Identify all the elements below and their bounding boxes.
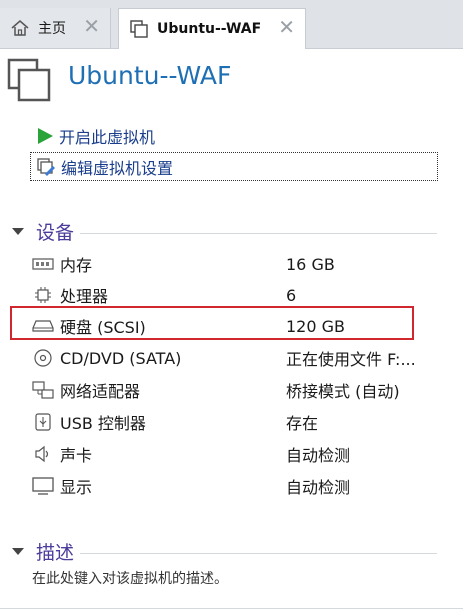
devices-section-title: 设备 xyxy=(36,222,75,244)
device-row-memory[interactable]: 内存 16 GB xyxy=(32,250,432,278)
tab-vm[interactable]: Ubuntu--WAF ✕ xyxy=(118,8,306,49)
tab-home-close-icon[interactable]: ✕ xyxy=(83,16,100,36)
cpu-icon xyxy=(32,286,54,304)
device-value: 16 GB xyxy=(286,254,335,274)
play-icon xyxy=(38,128,53,144)
vm-icon xyxy=(7,58,51,102)
device-value: 正在使用文件 F:... xyxy=(286,350,416,369)
cd-dvd-icon xyxy=(32,349,54,367)
device-value: 6 xyxy=(286,285,297,305)
edit-vm-settings-label: 编辑虚拟机设置 xyxy=(61,158,174,178)
sound-card-icon xyxy=(32,445,54,463)
device-value: 存在 xyxy=(286,414,319,433)
device-row-cd-dvd[interactable]: CD/DVD (SATA) 正在使用文件 F:... xyxy=(32,344,432,372)
device-name: 处理器 xyxy=(60,287,109,306)
section-divider xyxy=(80,553,437,554)
device-row-usb[interactable]: USB 控制器 存在 xyxy=(32,408,432,436)
description-section-title: 描述 xyxy=(36,542,75,564)
network-adapter-icon xyxy=(32,381,54,399)
collapse-triangle-icon[interactable] xyxy=(12,548,24,555)
device-value: 自动检测 xyxy=(286,478,351,497)
device-row-sound-card[interactable]: 声卡 自动检测 xyxy=(32,440,432,468)
home-icon xyxy=(11,20,29,36)
tab-home[interactable]: 主页 ✕ xyxy=(0,8,111,48)
tab-vm-close-icon[interactable]: ✕ xyxy=(278,17,295,37)
device-row-network-adapter[interactable]: 网络适配器 桥接模式 (自动) xyxy=(32,376,432,404)
device-value: 自动检测 xyxy=(286,446,351,465)
device-name: 声卡 xyxy=(60,446,93,465)
start-vm-label: 开启此虚拟机 xyxy=(59,128,156,147)
device-name: 显示 xyxy=(60,478,93,497)
device-row-cpu[interactable]: 处理器 6 xyxy=(32,281,432,309)
tab-vm-label: Ubuntu--WAF xyxy=(157,21,262,37)
device-row-display[interactable]: 显示 自动检测 xyxy=(32,472,432,500)
device-value: 桥接模式 (自动) xyxy=(286,382,400,401)
display-icon xyxy=(32,477,54,495)
start-vm-button[interactable]: 开启此虚拟机 xyxy=(36,123,336,149)
tab-home-label: 主页 xyxy=(38,21,66,37)
device-name: 内存 xyxy=(60,256,93,275)
page-title: Ubuntu--WAF xyxy=(68,61,232,90)
edit-vm-settings-button[interactable]: 编辑虚拟机设置 xyxy=(30,152,438,181)
bottom-divider xyxy=(0,608,463,609)
devices-section-header[interactable]: 设备 xyxy=(12,218,437,245)
device-name: 网络适配器 xyxy=(60,382,141,401)
vm-icon xyxy=(130,20,148,38)
memory-icon xyxy=(32,255,54,273)
usb-icon xyxy=(32,413,54,431)
section-divider xyxy=(80,233,437,234)
description-input[interactable]: 在此处键入对该虚拟机的描述。 xyxy=(32,568,228,588)
highlight-box xyxy=(10,306,414,340)
collapse-triangle-icon[interactable] xyxy=(12,228,24,235)
description-section-header[interactable]: 描述 xyxy=(12,538,437,565)
device-name: USB 控制器 xyxy=(60,414,146,433)
tab-bar: 主页 ✕ Ubuntu--WAF ✕ xyxy=(0,0,463,49)
device-name: CD/DVD (SATA) xyxy=(60,348,182,368)
edit-settings-icon xyxy=(37,157,55,176)
